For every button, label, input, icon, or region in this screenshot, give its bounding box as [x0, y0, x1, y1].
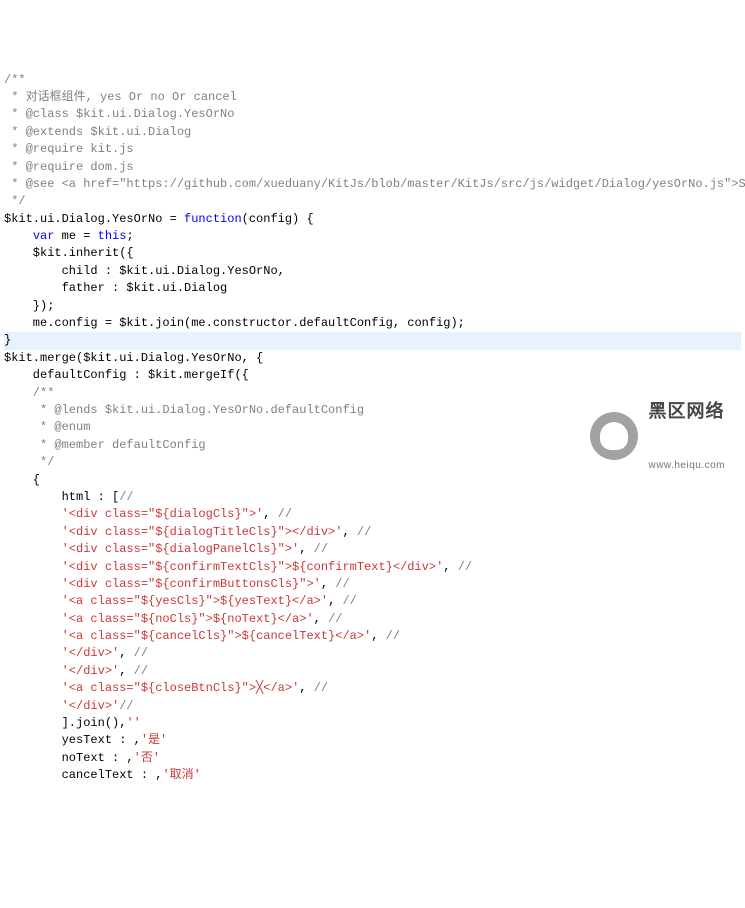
code-string: '</div>' — [62, 664, 120, 678]
code-line: { — [4, 473, 40, 487]
watermark-text: 黑区网络 www.heiqu.com — [648, 363, 725, 508]
code-line: yesText : — [4, 733, 134, 747]
code-comment: * @lends $kit.ui.Dialog.YesOrNo.defaultC… — [4, 403, 364, 417]
code-line: child : $kit.ui.Dialog.YesOrNo, — [4, 264, 285, 278]
code-string: '<div class="${confirmButtonsCls}">' — [62, 577, 321, 591]
code-string: '</div>' — [62, 699, 120, 713]
code-comment: * 对话框组件, yes Or no Or cancel — [4, 90, 237, 104]
code-string: '<div class="${dialogTitleCls}"></div>' — [62, 525, 343, 539]
code-comment: * @member defaultConfig — [4, 438, 206, 452]
code-string: '</div>' — [62, 646, 120, 660]
code-comment: * @extends $kit.ui.Dialog — [4, 125, 191, 139]
code-string: '<a class="${yesCls}">${yesText}</a>' — [62, 594, 328, 608]
code-line: $kit.merge($kit.ui.Dialog.YesOrNo, { — [4, 351, 263, 365]
watermark-title: 黑区网络 — [648, 398, 725, 424]
code-string: '<a class="${cancelCls}">${cancelText}</… — [62, 629, 372, 643]
watermark: 黑区网络 www.heiqu.com — [590, 363, 725, 508]
code-comment: */ — [4, 455, 54, 469]
code-line: cancelText : — [4, 768, 155, 782]
code-comment: * @class $kit.ui.Dialog.YesOrNo — [4, 107, 234, 121]
code-line: defaultConfig : $kit.mergeIf({ — [4, 368, 249, 382]
logo-icon — [590, 412, 638, 460]
code-comment: * @see <a href="https://github.com/xuedu… — [4, 177, 745, 191]
code-string: '<div class="${dialogCls}">' — [62, 507, 264, 521]
code-comment: */ — [4, 194, 26, 208]
code-line: $kit.ui.Dialog.YesOrNo = — [4, 212, 184, 226]
watermark-url: www.heiqu.com — [648, 459, 725, 474]
code-line: father : $kit.ui.Dialog — [4, 281, 227, 295]
code-comment: * @enum — [4, 420, 90, 434]
code-comment: * @require dom.js — [4, 160, 134, 174]
code-comment: * @require kit.js — [4, 142, 134, 156]
code-string: '<a class="${noCls}">${noText}</a>' — [62, 612, 314, 626]
mushroom-icon — [600, 422, 628, 450]
code-line: }); — [4, 299, 54, 313]
code-string: '<div class="${dialogPanelCls}">' — [62, 542, 300, 556]
code-line — [4, 229, 33, 243]
code-line: html : [ — [4, 490, 119, 504]
code-line: me.config = $kit.join(me.constructor.def… — [4, 316, 465, 330]
code-line: ].join( — [4, 716, 112, 730]
code-line-highlighted: } — [4, 332, 741, 349]
code-comment: /** — [4, 73, 26, 87]
code-comment: /** — [4, 386, 54, 400]
code-string: '<div class="${confirmTextCls}">${confir… — [62, 560, 444, 574]
code-line: noText : — [4, 751, 126, 765]
code-string: '<a class="${closeBtnCls}">╳</a>' — [62, 681, 300, 695]
code-line: $kit.inherit({ — [4, 246, 134, 260]
